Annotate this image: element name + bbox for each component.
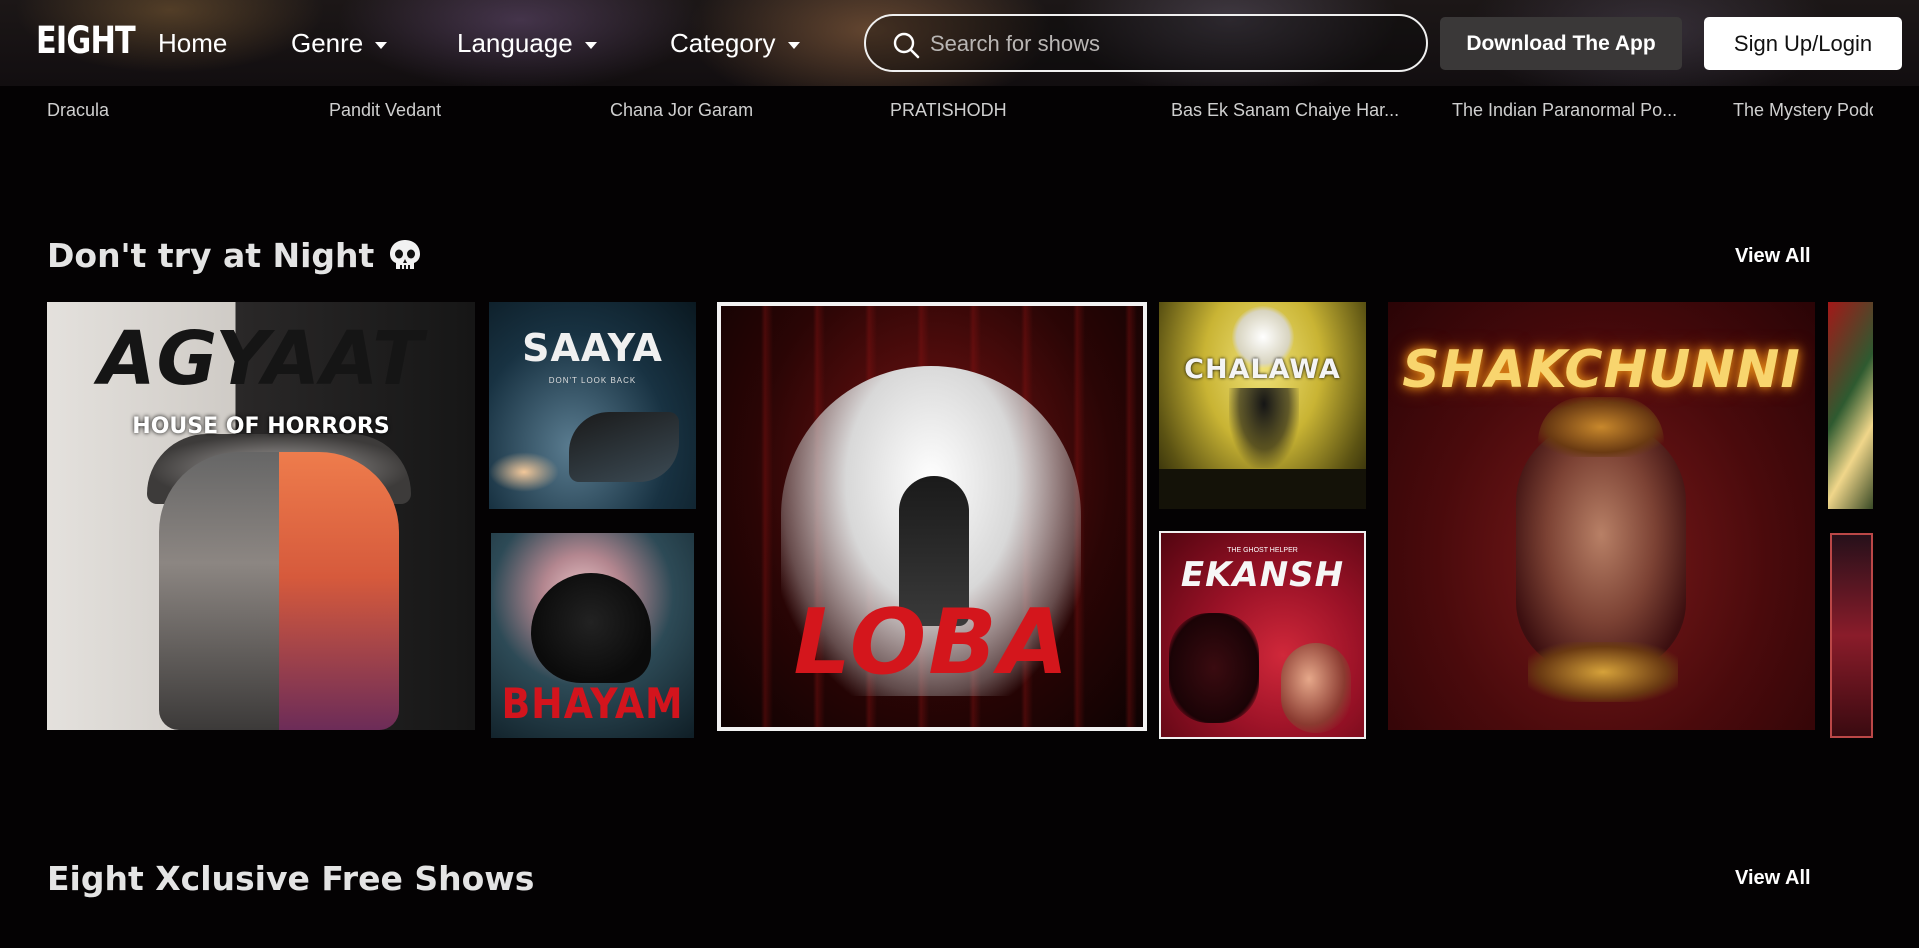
show-card-chalawa[interactable]: CHALAWA <box>1159 302 1366 509</box>
previous-row-titles: Dracula Pandit Vedant Chana Jor Garam PR… <box>47 100 1873 130</box>
skull-icon <box>390 239 421 269</box>
show-card-shakchunni[interactable]: SHAKCHUNNI <box>1388 302 1815 730</box>
section-title-dont-try-at-night: Don't try at Night <box>47 236 424 275</box>
sign-up-login-button[interactable]: Sign Up/Login <box>1704 17 1902 70</box>
artwork-figure <box>1281 643 1351 733</box>
card-art-title: LOBA <box>793 590 1071 695</box>
show-card-bhayam[interactable]: BHAYAM <box>491 533 694 738</box>
show-card-agyaat[interactable]: AGYAAT HOUSE OF HORRORS <box>47 302 475 730</box>
card-art-title: AGYAAT <box>98 316 424 402</box>
artwork-necklace <box>1528 642 1678 702</box>
download-app-button[interactable]: Download The App <box>1440 17 1682 70</box>
eight-logo[interactable]: EIGHT <box>36 19 136 62</box>
card-art-tagline: DON'T LOOK BACK <box>548 376 637 385</box>
show-card-saaya[interactable]: SAAYA DON'T LOOK BACK <box>489 302 696 509</box>
search-bar[interactable] <box>864 14 1428 72</box>
view-all-link[interactable]: View All <box>1735 245 1811 268</box>
artwork-figure <box>569 412 679 482</box>
caret-down-icon <box>787 42 800 49</box>
artwork-headpiece <box>1538 397 1664 457</box>
artwork-light <box>489 452 559 492</box>
section-title-text: Don't try at Night <box>47 236 375 275</box>
show-title[interactable]: Pandit Vedant <box>329 100 565 121</box>
show-title[interactable]: PRATISHODH <box>890 100 1126 121</box>
search-icon <box>893 32 920 59</box>
show-carousel[interactable]: AGYAAT HOUSE OF HORRORS SAAYA DON'T LOOK… <box>0 300 1873 746</box>
show-title[interactable]: The Mystery Podcast <box>1733 100 1873 121</box>
card-art-title: SAAYA <box>522 326 663 370</box>
nav-category-label: Category <box>670 27 776 58</box>
nav-home[interactable]: Home <box>158 26 227 60</box>
card-art-title: BHAYAM <box>501 679 684 728</box>
card-art-title: EKANSH <box>1180 555 1345 595</box>
nav-genre-dropdown[interactable]: Genre <box>291 26 388 60</box>
card-art-title: SHAKCHUNNI <box>1402 340 1801 400</box>
view-all-link[interactable]: View All <box>1735 867 1811 890</box>
artwork-face-right <box>279 452 399 730</box>
nav-language-dropdown[interactable]: Language <box>457 26 597 60</box>
top-navigation-bar: EIGHT Home Genre Language Category Downl… <box>0 0 1919 86</box>
artwork-face <box>1516 422 1686 672</box>
nav-category-dropdown[interactable]: Category <box>670 26 800 60</box>
nav-language-label: Language <box>457 27 573 58</box>
artwork-crow <box>531 573 651 683</box>
show-card-partial[interactable] <box>1828 302 1873 509</box>
nav-home-label: Home <box>158 27 228 58</box>
section-title-text: Eight Xclusive Free Shows <box>47 859 535 898</box>
show-title[interactable]: Dracula <box>47 100 283 121</box>
artwork-ground <box>1159 469 1366 509</box>
show-card-loba[interactable]: LOBA <box>717 302 1147 731</box>
card-art-tagline: THE GHOST HELPER <box>1227 547 1298 554</box>
show-card-partial[interactable] <box>1830 533 1873 738</box>
show-title[interactable]: Chana Jor Garam <box>610 100 846 121</box>
section-title-eight-xclusive: Eight Xclusive Free Shows <box>47 859 534 898</box>
card-art-title: CHALAWA <box>1184 354 1341 385</box>
caret-down-icon <box>375 42 388 49</box>
search-input[interactable] <box>930 26 1400 62</box>
artwork-face-left <box>159 452 279 730</box>
card-art-subtitle: HOUSE OF HORRORS <box>132 414 390 439</box>
caret-down-icon <box>584 42 597 49</box>
show-title[interactable]: The Indian Paranormal Po... <box>1452 100 1688 121</box>
show-title[interactable]: Bas Ek Sanam Chaiye Har... <box>1171 100 1407 121</box>
nav-genre-label: Genre <box>291 27 364 58</box>
artwork-ghost <box>1169 613 1259 723</box>
artwork-tentacles <box>1229 388 1299 468</box>
show-card-ekansh[interactable]: THE GHOST HELPER EKANSH <box>1159 531 1366 739</box>
